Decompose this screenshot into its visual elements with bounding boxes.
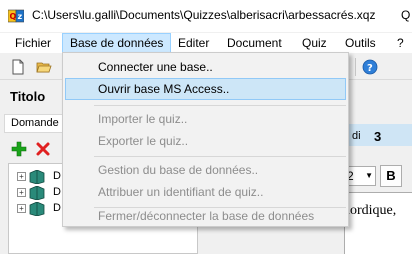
question-text-editor[interactable] [344, 192, 412, 254]
add-icon[interactable] [11, 141, 27, 157]
menu-editer[interactable]: Editer [171, 33, 216, 53]
chevron-down-icon: ▼ [365, 171, 373, 180]
expand-icon[interactable]: + [17, 172, 26, 181]
svg-text:?: ? [367, 63, 373, 74]
quiz-title-label: Titolo [10, 89, 46, 104]
menu-outils[interactable]: Outils [338, 33, 383, 53]
help-icon[interactable]: ? [362, 59, 378, 75]
menu-help[interactable]: ? [390, 33, 411, 53]
menu-item-manage-database[interactable]: Gestion du base de données.. [65, 159, 346, 181]
book-icon [29, 202, 45, 216]
menu-separator [94, 105, 346, 106]
book-icon [29, 186, 45, 200]
menu-quiz[interactable]: Quiz [295, 33, 334, 53]
tree-item-label: D [53, 170, 61, 182]
new-file-icon[interactable] [10, 59, 26, 75]
menu-base-de-donnees[interactable]: Base de données [62, 33, 172, 53]
menu-item-close-database[interactable]: Fermer/déconnecter la base de données [65, 205, 346, 227]
title-bar: Q z C:\Users\lu.galli\Documents\Quizzes\… [0, 0, 412, 32]
menu-document[interactable]: Document [220, 33, 289, 53]
svg-text:z: z [18, 12, 23, 21]
open-folder-icon[interactable] [36, 59, 52, 75]
tree-item-label: D [53, 202, 61, 214]
delete-icon[interactable] [35, 141, 51, 157]
window-title-trailing: Q [401, 8, 411, 22]
book-icon [29, 170, 45, 184]
editor-text: nordique, [343, 203, 397, 218]
menu-item-import-quiz[interactable]: Importer le quiz.. [65, 108, 346, 130]
app-window: Q z C:\Users\lu.galli\Documents\Quizzes\… [0, 0, 412, 254]
bold-button[interactable]: B [380, 165, 402, 187]
menu-item-export-quiz[interactable]: Exporter le quiz.. [65, 130, 346, 152]
menu-item-open-ms-access[interactable]: Ouvrir base MS Access.. [65, 78, 346, 100]
menu-fichier[interactable]: Fichier [8, 33, 58, 53]
expand-icon[interactable]: + [17, 204, 26, 213]
app-icon: Q z [8, 9, 24, 23]
menu-item-connect-base[interactable]: Connecter une base.. [65, 56, 346, 78]
svg-text:Q: Q [10, 12, 17, 21]
menu-separator [94, 156, 346, 157]
base-de-donnees-dropdown: Connecter une base.. Ouvrir base MS Acce… [62, 52, 349, 227]
menu-bar: Fichier Base de données Editer Document … [0, 33, 412, 53]
counter-of-label: di [352, 130, 361, 142]
toolbar-separator [355, 58, 356, 76]
tree-item-label: D [53, 186, 61, 198]
expand-icon[interactable]: + [17, 188, 26, 197]
question-count: 3 [374, 129, 382, 144]
menu-item-assign-quiz-id[interactable]: Attribuer un identifiant de quiz.. [65, 181, 346, 203]
window-title: C:\Users\lu.galli\Documents\Quizzes\albe… [32, 8, 376, 22]
